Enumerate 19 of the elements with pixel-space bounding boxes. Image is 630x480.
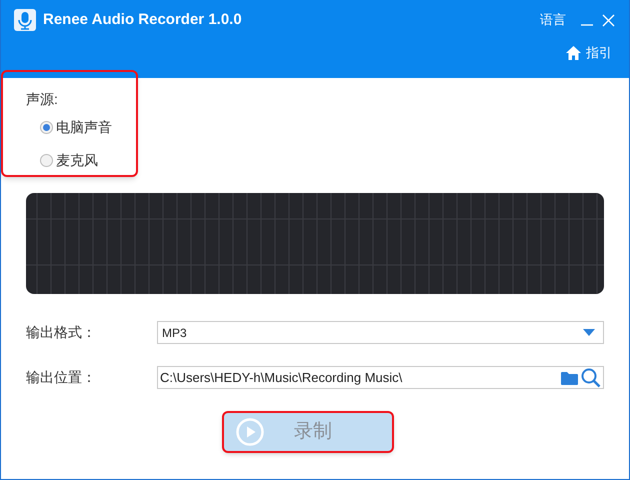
microphone-icon: [14, 9, 36, 31]
source-option[interactable]: 电脑声音: [40, 117, 629, 137]
location-label: 输出位置：: [26, 368, 97, 387]
radio-button[interactable]: [40, 154, 53, 166]
caret-icon: [583, 329, 595, 336]
play-icon: [236, 418, 264, 446]
format-dropdown[interactable]: MP3: [157, 321, 604, 344]
search-icon[interactable]: [581, 368, 601, 388]
radio-button[interactable]: [40, 120, 53, 134]
format-label: 输出格式：: [26, 323, 97, 342]
language-button[interactable]: 语言: [540, 10, 566, 30]
source-label: 声源:: [26, 90, 59, 109]
folder-icon[interactable]: [561, 370, 578, 384]
home-icon: [565, 44, 582, 61]
source-option[interactable]: 麦克风: [40, 150, 629, 170]
window-title: Renee Audio Recorder 1.0.0: [43, 10, 242, 30]
location-field[interactable]: C:\Users\HEDY-h\Music\Recording Music\: [157, 366, 604, 389]
close-icon[interactable]: [602, 14, 615, 26]
guide-button[interactable]: 指引: [565, 43, 612, 62]
